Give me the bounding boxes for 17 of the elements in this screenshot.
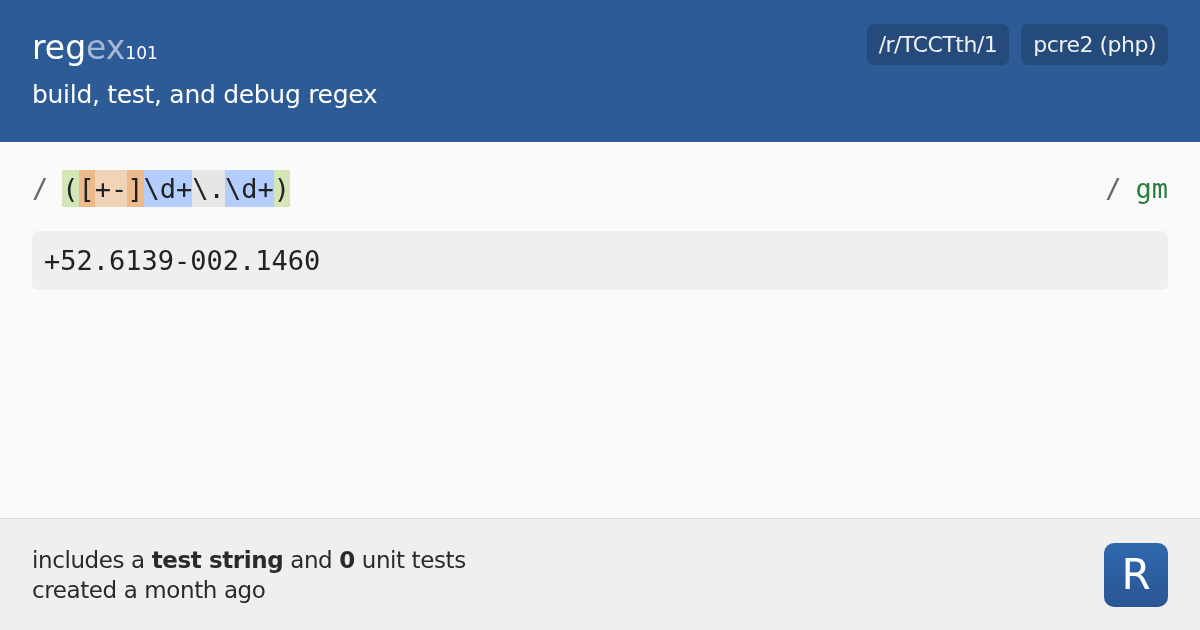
test-string-field[interactable]: +52.6139-002.1460 [32, 231, 1168, 290]
regex-flags: gm [1135, 173, 1168, 204]
regex-token: \d+ [224, 170, 274, 207]
header-badge[interactable]: pcre2 (php) [1021, 24, 1168, 65]
logo: regex101 [32, 31, 158, 64]
header-badge[interactable]: /r/TCCTth/1 [866, 24, 1010, 65]
regex-delimiter: / [32, 173, 49, 204]
regex-token: ] [127, 170, 144, 207]
regex-token: +- [94, 170, 128, 207]
regex-token: \. [192, 170, 225, 207]
regex-token: \d+ [143, 170, 193, 207]
regex-delimiter: / [1105, 173, 1122, 204]
regex-token: ( [62, 170, 79, 207]
summary-text: includes a test string and 0 unit tests [32, 545, 466, 575]
tagline: build, test, and debug regex [32, 80, 378, 109]
created-text: created a month ago [32, 575, 267, 605]
app-icon: R [1104, 542, 1168, 607]
